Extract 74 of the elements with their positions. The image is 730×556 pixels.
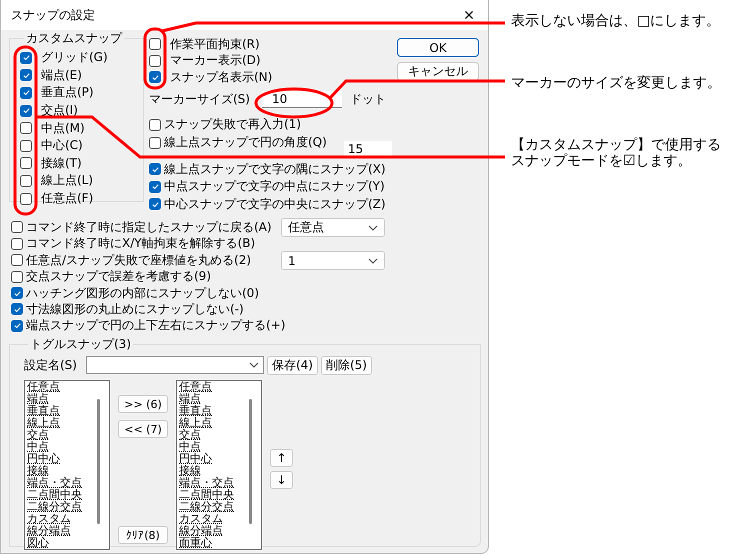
checkbox-label: 端点スナップで円の上下左右にスナップする(+) xyxy=(26,317,286,334)
list-item[interactable]: 線分端点 xyxy=(179,525,234,538)
checkbox-label: 中点(M) xyxy=(41,120,85,137)
checkbox-label: スナップ失敗で再入力(1) xyxy=(164,116,301,133)
list-item[interactable]: 図心 xyxy=(27,537,82,550)
input-field[interactable]: 15 xyxy=(344,140,392,156)
list-item[interactable]: 二線分交点 xyxy=(179,501,234,514)
checkbox-label: 寸法線図形の丸止めにスナップしない(-) xyxy=(26,300,244,318)
clear-button[interactable]: ｸﾘｱ(8) xyxy=(118,526,168,544)
list-item[interactable]: 端点 xyxy=(179,393,234,406)
list-item[interactable]: 交点 xyxy=(27,429,82,442)
list-item[interactable]: 二点間中央 xyxy=(27,489,82,502)
group-label: カスタムスナップ xyxy=(25,30,124,47)
move-down-button[interactable]: ↓ xyxy=(270,471,293,490)
list-item[interactable]: 線分端点 xyxy=(27,525,82,538)
add-button[interactable]: >> (6) xyxy=(118,395,168,414)
group-label: トグルスナップ(3) xyxy=(29,336,132,354)
field-label: マーカーサイズ(S) xyxy=(149,91,250,108)
checkbox-label: 中点スナップで文字の中点にスナップ(Y) xyxy=(164,178,385,196)
checkbox-label: コマンド終了時にX/Y軸拘束を解除する(B) xyxy=(26,235,256,252)
list-item[interactable]: 円中心 xyxy=(179,453,234,466)
dropdown[interactable]: 任意点 xyxy=(281,218,385,238)
list-item[interactable]: 円中心 xyxy=(27,453,82,466)
checkbox-label: 垂直点(P) xyxy=(41,84,94,102)
list-item[interactable]: カスタム xyxy=(179,513,234,526)
cancel-button[interactable]: キャンセル xyxy=(397,62,479,81)
checkbox-label: 線上点(L) xyxy=(41,172,94,190)
list-item[interactable]: 中点 xyxy=(27,441,82,454)
save-button[interactable]: 保存(4) xyxy=(266,356,318,375)
move-up-button[interactable]: ↑ xyxy=(270,449,293,468)
list-item[interactable]: 端点・交点 xyxy=(27,477,82,490)
checkbox-label: 線上点スナップで円の角度(Q) xyxy=(164,134,327,151)
checkbox-label: 線上点スナップで文字の隅にスナップ(X) xyxy=(164,160,386,178)
callout-text: 表示しない場合は、□にします。 xyxy=(511,13,722,29)
checkbox-label: 作業平面拘束(R) xyxy=(170,36,260,53)
dropdown[interactable]: 1 xyxy=(281,251,385,270)
list-item[interactable]: 端点 xyxy=(27,393,82,406)
list-item[interactable]: 線上点 xyxy=(179,417,234,430)
checkbox-label: 端点(E) xyxy=(41,66,82,84)
list-item[interactable]: 任意点 xyxy=(179,381,234,394)
list-item[interactable]: 線上点 xyxy=(27,417,82,430)
unit-label: ドット xyxy=(350,91,386,108)
close-button[interactable]: × xyxy=(454,4,484,26)
list-item[interactable]: 任意点 xyxy=(27,381,82,394)
list-item[interactable]: 接線 xyxy=(179,465,234,478)
list-item[interactable]: 接線 xyxy=(27,465,82,478)
callout-text: マーカーのサイズを変更します。 xyxy=(511,75,722,91)
checkbox-label: ハッチング図形の内部にスナップしない(0) xyxy=(26,284,259,302)
remove-button[interactable]: << (7) xyxy=(118,420,168,438)
field-label: 設定名(S) xyxy=(24,356,77,374)
checkbox-label: 中心(C) xyxy=(41,137,83,154)
list-item[interactable]: 面重心 xyxy=(179,537,234,550)
list-item[interactable]: 中点 xyxy=(179,441,234,454)
checkbox-label: 中心スナップで文字の中央にスナップ(Z) xyxy=(164,196,386,213)
list-item[interactable]: 交点 xyxy=(179,429,234,442)
list-item[interactable]: 端点・交点 xyxy=(179,477,234,490)
checkbox-label: 交点(I) xyxy=(41,102,78,120)
list-item[interactable]: 垂直点 xyxy=(27,405,82,418)
list-item[interactable]: 二線分交点 xyxy=(27,501,82,514)
callout-text: 【カスタムスナップ】で使用する スナップモードを☑します。 xyxy=(511,137,722,169)
delete-button[interactable]: 削除(5) xyxy=(320,356,372,375)
checkbox-label: 任意点(F) xyxy=(41,190,94,208)
checkbox-label: スナップ名表示(N) xyxy=(170,68,272,86)
checkbox-label: 接線(T) xyxy=(41,154,82,172)
checkbox-label: グリッド(G) xyxy=(41,49,108,66)
list-item[interactable]: 二点間中央 xyxy=(179,489,234,502)
checkbox-label: コマンド終了時に指定したスナップに戻る(A) xyxy=(26,218,272,236)
list-item[interactable]: カスタム xyxy=(27,513,82,526)
checkbox-label: 交点スナップで誤差を考慮する(9) xyxy=(26,268,211,286)
list-item[interactable]: 垂直点 xyxy=(179,405,234,418)
checkbox-label: 任意点/スナップ失敗で座標値を丸める(2) xyxy=(26,252,252,269)
window-title: スナップの設定 xyxy=(11,6,95,24)
ok-button[interactable]: OK xyxy=(397,38,479,57)
checkbox-label: マーカー表示(D) xyxy=(170,52,261,70)
